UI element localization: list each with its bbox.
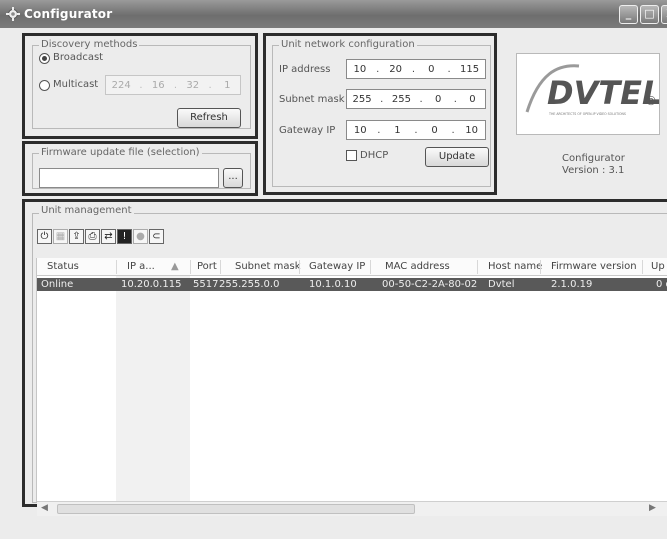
window-title: Configurator [24, 7, 113, 21]
firmware-panel: Firmware update file (selection) ... [22, 141, 258, 196]
browse-button[interactable]: ... [223, 168, 243, 188]
firmware-file-input[interactable] [39, 168, 219, 188]
network-group: Unit network configuration IP address 10… [272, 39, 491, 187]
gateway-octet: 1 [394, 124, 401, 136]
gateway-ip-field[interactable]: 10. 1. 0. 10 [346, 120, 486, 140]
multicast-ip-field[interactable]: 224. 16. 32. 1 [105, 75, 241, 95]
multicast-ip-octet: 1 [224, 79, 231, 91]
multicast-ip-octet: 16 [151, 79, 165, 91]
title-bar[interactable]: Configurator _ □ X [0, 0, 667, 28]
dvtel-logo: DVTEL ® THE ARCHITECTS OF OPEN-IP VIDEO … [516, 53, 662, 135]
subnet-mask-field[interactable]: 255. 255. 0. 0 [346, 89, 486, 109]
scroll-thumb[interactable] [57, 504, 415, 514]
subnet-octet: 0 [469, 93, 476, 105]
ip-octet: 0 [428, 63, 435, 75]
broadcast-radio[interactable] [39, 53, 50, 64]
logo-text: DVTEL [547, 74, 659, 112]
list-header: Status IP a... ▲ Port Subnet mask Gatewa… [37, 258, 667, 276]
gateway-ip-label: Gateway IP [279, 125, 336, 136]
cell-port: 5517 [193, 279, 219, 290]
ip-octet: 10 [353, 63, 367, 75]
cell-mac: 00-50-C2-2A-80-02 [382, 279, 478, 290]
cell-gateway: 10.1.0.10 [309, 279, 357, 290]
printer-icon[interactable]: ⎙ [85, 229, 100, 244]
subnet-mask-label: Subnet mask [279, 94, 345, 105]
plug-icon[interactable]: ⊂ [149, 229, 164, 244]
table-row[interactable]: Online 10.20.0.115 5517 255.255.0.0 10.1… [37, 278, 667, 291]
cell-firmware: 2.1.0.19 [551, 279, 593, 290]
network-icon[interactable]: ⇄ [101, 229, 116, 244]
dvtel-logo-mark: DVTEL ® THE ARCHITECTS OF OPEN-IP VIDEO … [525, 64, 662, 116]
gateway-octet: 10 [353, 124, 367, 136]
col-status[interactable]: Status [47, 261, 79, 272]
multicast-label: Multicast [53, 79, 99, 90]
horizontal-scrollbar[interactable]: ◀ ▶ [37, 501, 667, 516]
col-gateway-ip[interactable]: Gateway IP [309, 261, 365, 272]
gateway-octet: 10 [465, 124, 479, 136]
multicast-ip-octet: 224 [111, 79, 131, 91]
version-label: Version : 3.1 [562, 165, 625, 176]
col-host-name[interactable]: Host name [488, 261, 542, 272]
scroll-left-icon[interactable]: ◀ [41, 503, 48, 513]
close-button[interactable]: X [661, 5, 667, 24]
refresh-button[interactable]: Refresh [177, 108, 241, 128]
dhcp-checkbox[interactable] [346, 150, 357, 161]
subnet-octet: 0 [434, 93, 442, 105]
scroll-right-icon[interactable]: ▶ [649, 503, 656, 513]
cell-status: Online [41, 279, 74, 290]
col-port[interactable]: Port [197, 261, 217, 272]
ip-octet: 115 [459, 63, 480, 75]
firmware-group-label: Firmware update file (selection) [39, 147, 202, 158]
network-group-label: Unit network configuration [279, 39, 417, 50]
cell-ip: 10.20.0.115 [121, 279, 182, 290]
subnet-octet: 255 [391, 93, 411, 105]
stop-icon[interactable]: ● [133, 229, 148, 244]
gear-icon [6, 7, 20, 21]
sorted-column-shade [116, 276, 190, 502]
discovery-group: Discovery methods Broadcast Multicast 22… [32, 39, 251, 129]
update-button[interactable]: Update [425, 147, 489, 167]
app-name-label: Configurator [562, 153, 625, 164]
network-panel: Unit network configuration IP address 10… [263, 33, 497, 195]
configurator-window: Configurator _ □ X Discovery methods Bro… [0, 0, 667, 539]
logo-tagline: THE ARCHITECTS OF OPEN-IP VIDEO SOLUTION… [548, 112, 626, 116]
power-icon[interactable]: ⏻ [37, 229, 52, 244]
discovery-panel: Discovery methods Broadcast Multicast 22… [22, 33, 258, 139]
subnet-octet: 255 [352, 93, 372, 105]
col-mac-address[interactable]: MAC address [385, 261, 450, 272]
ip-address-label: IP address [279, 64, 331, 75]
col-firmware-version[interactable]: Firmware version [551, 261, 637, 272]
upload-icon[interactable]: ⇪ [69, 229, 84, 244]
ip-address-field[interactable]: 10. 20. 0. 115 [346, 59, 486, 79]
discovery-group-label: Discovery methods [39, 39, 140, 50]
col-up[interactable]: Up [651, 261, 665, 272]
multicast-radio[interactable] [39, 80, 50, 91]
cell-host: Dvtel [488, 279, 515, 290]
multicast-ip-octet: 32 [186, 79, 200, 91]
chip-icon[interactable]: ▦ [53, 229, 68, 244]
logo-registered-mark: ® [645, 94, 657, 108]
gateway-octet: 0 [431, 124, 438, 136]
unit-list[interactable]: Status IP a... ▲ Port Subnet mask Gatewa… [36, 258, 667, 502]
ip-octet: 20 [389, 63, 402, 75]
unit-management-label: Unit management [39, 205, 134, 216]
minimize-button[interactable]: _ [619, 5, 638, 24]
sort-ascending-icon: ▲ [171, 261, 179, 272]
dhcp-label: DHCP [360, 150, 389, 161]
broadcast-label: Broadcast [53, 52, 104, 63]
col-ip-address[interactable]: IP a... [127, 261, 155, 272]
cell-up: 0 d [656, 279, 667, 290]
col-subnet-mask[interactable]: Subnet mask [235, 261, 301, 272]
maximize-button[interactable]: □ [640, 5, 659, 24]
cell-subnet: 255.255.0.0 [219, 279, 280, 290]
info-icon[interactable]: ! [117, 229, 132, 244]
